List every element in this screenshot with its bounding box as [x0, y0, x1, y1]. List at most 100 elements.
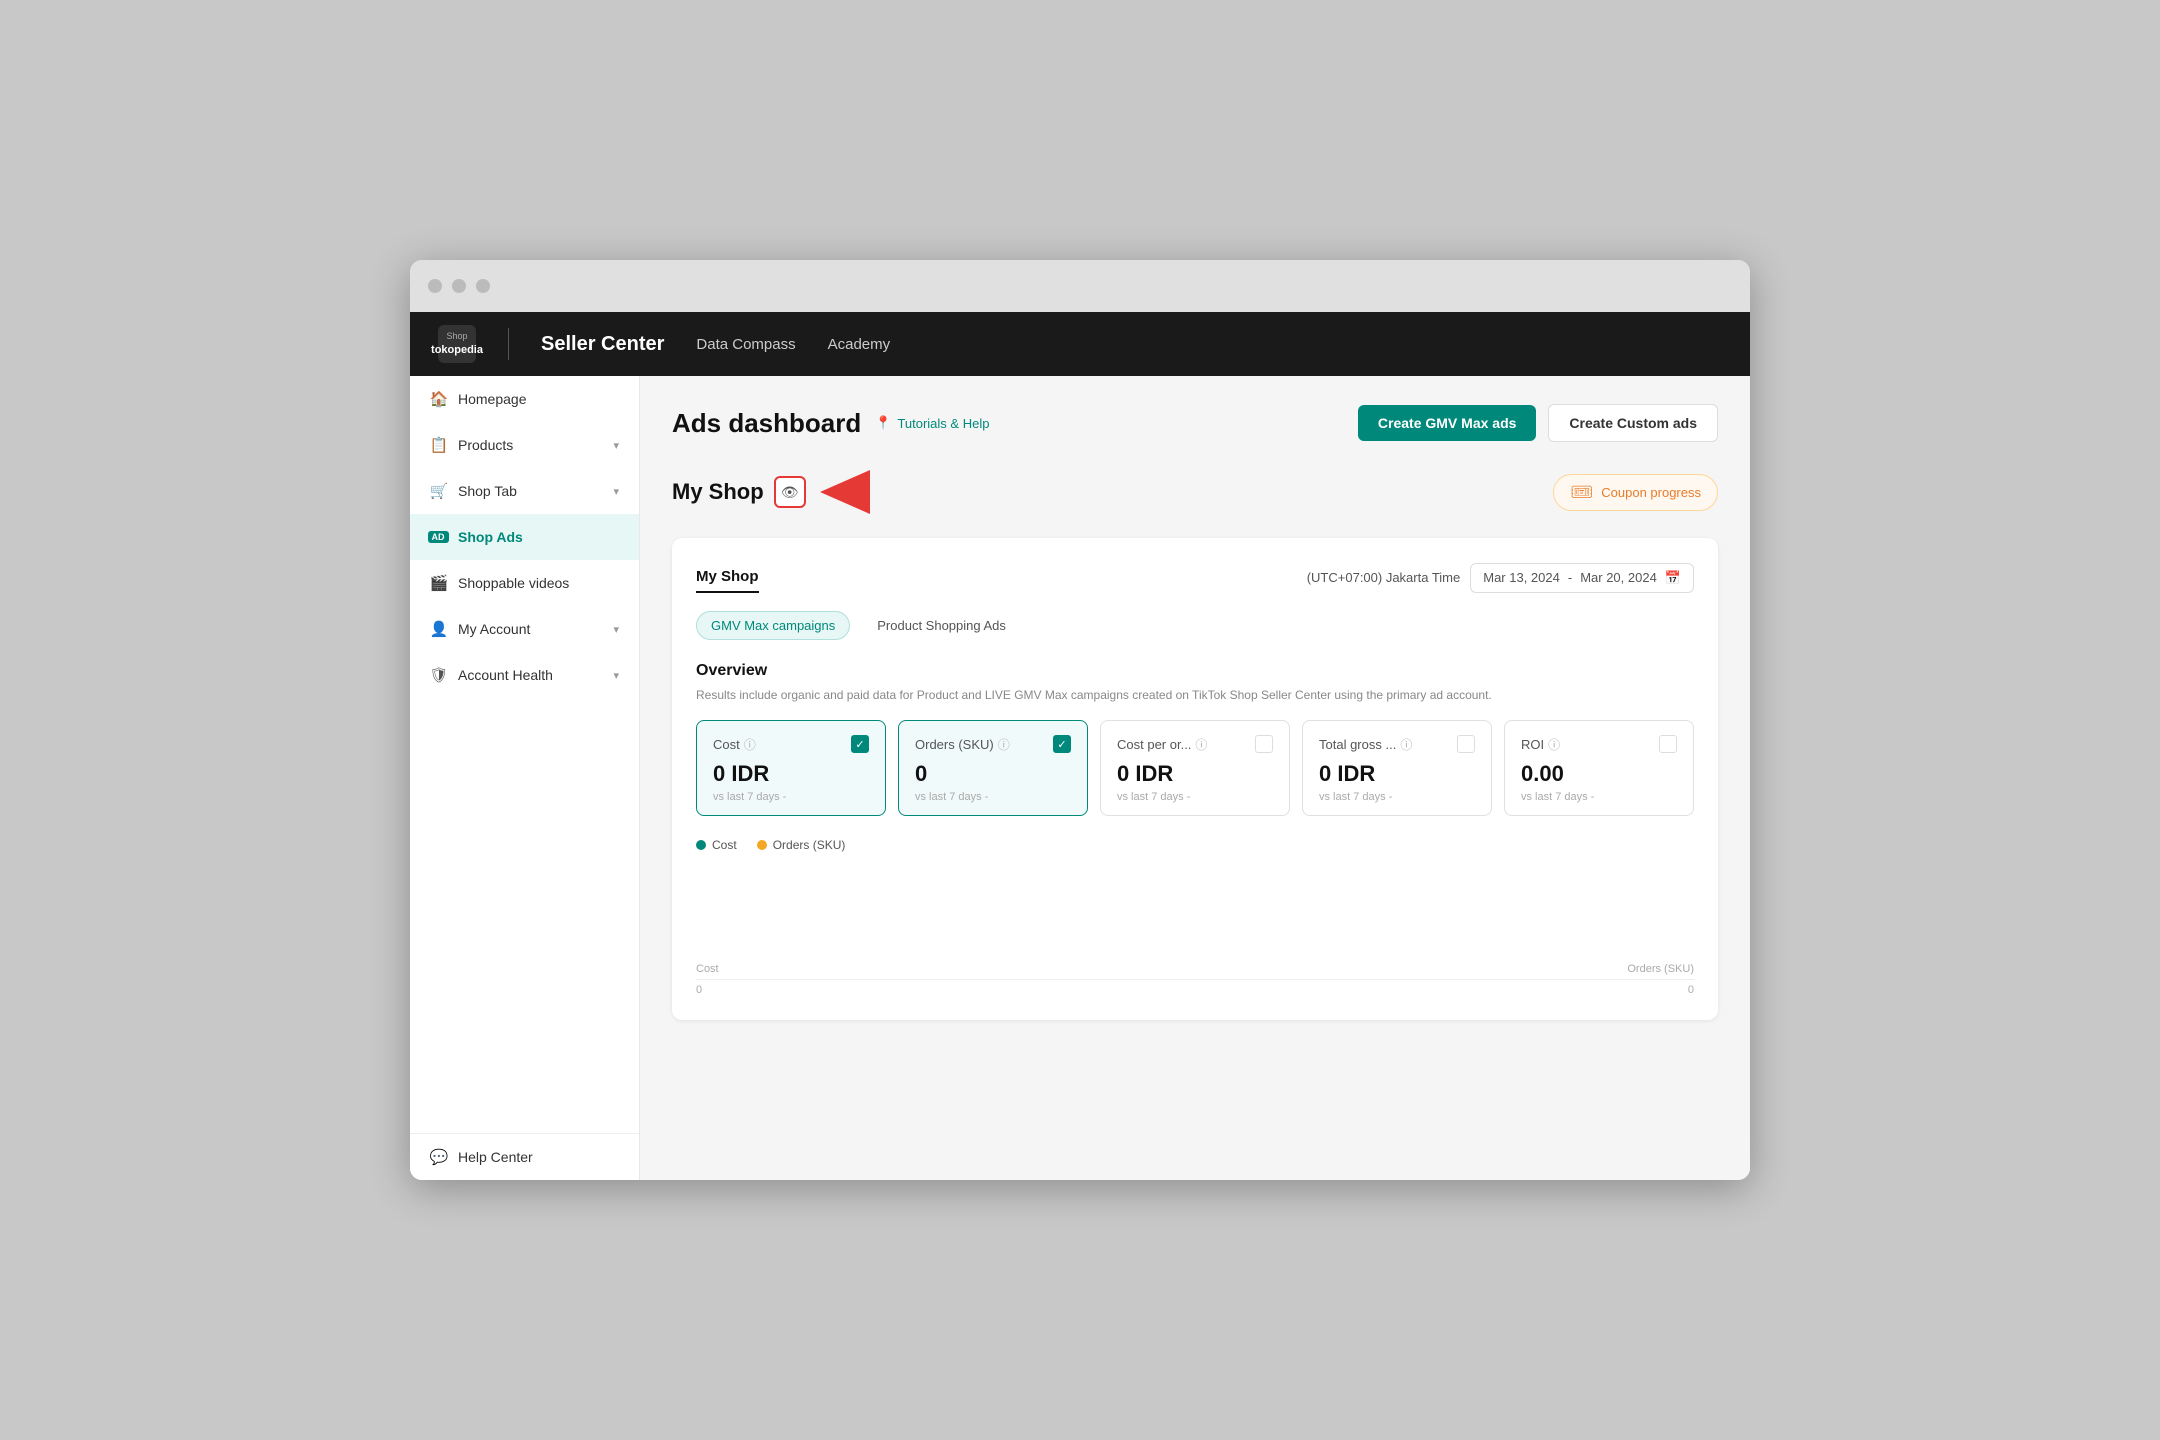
metric-card-3[interactable]: Total gross ... ⓘ 0 IDR vs last 7 days -: [1302, 720, 1492, 816]
tabs-left: My Shop: [696, 562, 787, 593]
coupon-progress-label: Coupon progress: [1601, 485, 1701, 500]
home-icon: 🏠: [430, 390, 448, 408]
data-compass-link[interactable]: Data Compass: [696, 336, 795, 353]
campaign-tab-product[interactable]: Product Shopping Ads: [862, 611, 1021, 640]
chevron-down-icon: ▾: [613, 623, 619, 636]
info-icon[interactable]: ⓘ: [1548, 736, 1560, 753]
sidebar-label-help-center: Help Center: [458, 1149, 533, 1165]
main-layout: 🏠 Homepage 📋 Products ▾ 🛒 Shop Tab ▾: [410, 376, 1750, 1180]
topnav-divider: [508, 328, 509, 360]
metric-compare: vs last 7 days -: [1117, 791, 1273, 803]
campaign-tab-gmv-label: GMV Max campaigns: [711, 618, 835, 633]
legend-item-1: Orders (SKU): [757, 838, 846, 852]
campaign-tabs: GMV Max campaigns Product Shopping Ads: [696, 611, 1694, 640]
sidebar-item-shop-tab[interactable]: 🛒 Shop Tab ▾: [410, 468, 639, 514]
sidebar-label-account-health: Account Health: [458, 667, 553, 683]
metric-value: 0 IDR: [1319, 761, 1475, 787]
metric-value: 0.00: [1521, 761, 1677, 787]
legend-dot: [696, 840, 706, 850]
sidebar-item-help-center[interactable]: 💬 Help Center: [410, 1134, 639, 1180]
account-health-icon: 🛡: [430, 666, 448, 684]
date-to: Mar 20, 2024: [1580, 570, 1657, 585]
metric-card-0[interactable]: Cost ⓘ ✓ 0 IDR vs last 7 days -: [696, 720, 886, 816]
metric-value: 0 IDR: [1117, 761, 1273, 787]
metric-card-1[interactable]: Orders (SKU) ⓘ ✓ 0 vs last 7 days -: [898, 720, 1088, 816]
sidebar-item-left: 🛡 Account Health: [430, 666, 553, 684]
legend-label: Cost: [712, 838, 737, 852]
metric-checkbox[interactable]: ✓: [1053, 735, 1071, 753]
arrow-indicator: [820, 470, 870, 514]
eye-button[interactable]: 👁: [774, 476, 806, 508]
traffic-light-yellow[interactable]: [452, 279, 466, 293]
campaign-tab-gmv[interactable]: GMV Max campaigns: [696, 611, 850, 640]
metric-card-4[interactable]: ROI ⓘ 0.00 vs last 7 days -: [1504, 720, 1694, 816]
tab-my-shop[interactable]: My Shop: [696, 562, 759, 593]
sidebar-item-left: 🏠 Homepage: [430, 390, 527, 408]
campaign-tab-product-label: Product Shopping Ads: [877, 618, 1006, 633]
metric-label: ROI ⓘ: [1521, 736, 1560, 753]
metric-card-header: ROI ⓘ: [1521, 735, 1677, 753]
metric-card-2[interactable]: Cost per or... ⓘ 0 IDR vs last 7 days -: [1100, 720, 1290, 816]
chart-y-axis-right: Orders (SKU): [1627, 963, 1694, 975]
tutorials-label: Tutorials & Help: [897, 416, 989, 431]
help-center-icon: 💬: [430, 1148, 448, 1166]
brand-icon: Shop tokopedia: [438, 325, 476, 363]
card-panel: My Shop (UTC+07:00) Jakarta Time Mar 13,…: [672, 538, 1718, 1020]
traffic-light-green[interactable]: [476, 279, 490, 293]
legend-label: Orders (SKU): [773, 838, 846, 852]
sidebar-item-left: 💬 Help Center: [430, 1148, 533, 1166]
my-account-icon: 👤: [430, 620, 448, 638]
metric-compare: vs last 7 days -: [1521, 791, 1677, 803]
sidebar-item-shop-ads[interactable]: AD Shop Ads: [410, 514, 639, 560]
metric-checkbox[interactable]: [1659, 735, 1677, 753]
sidebar-label-shop-ads: Shop Ads: [458, 529, 523, 545]
metric-value: 0: [915, 761, 1071, 787]
tutorials-link[interactable]: 📍 Tutorials & Help: [875, 415, 989, 431]
chevron-down-icon: ▾: [613, 439, 619, 452]
chart-area: Cost Orders (SKU): [696, 860, 1694, 980]
academy-link[interactable]: Academy: [828, 336, 891, 353]
chart-y-axis-left: Cost: [696, 963, 719, 975]
create-gmv-button[interactable]: Create GMV Max ads: [1358, 405, 1537, 441]
metric-label: Orders (SKU) ⓘ: [915, 736, 1010, 753]
main-content: Ads dashboard 📍 Tutorials & Help Create …: [640, 376, 1750, 1180]
sidebar-item-homepage[interactable]: 🏠 Homepage: [410, 376, 639, 422]
metric-compare: vs last 7 days -: [915, 791, 1071, 803]
metric-checkbox[interactable]: [1255, 735, 1273, 753]
brand-shop-text: Shop: [446, 331, 467, 343]
legend-dot: [757, 840, 767, 850]
ad-label: AD: [428, 531, 449, 543]
page-title: Ads dashboard: [672, 408, 861, 439]
chart-axis-row: 0 0: [696, 984, 1694, 996]
traffic-light-red[interactable]: [428, 279, 442, 293]
date-separator: -: [1568, 570, 1572, 585]
sidebar-label-homepage: Homepage: [458, 391, 527, 407]
metric-compare: vs last 7 days -: [1319, 791, 1475, 803]
sidebar: 🏠 Homepage 📋 Products ▾ 🛒 Shop Tab ▾: [410, 376, 640, 1180]
metric-checkbox[interactable]: [1457, 735, 1475, 753]
page-header-left: Ads dashboard 📍 Tutorials & Help: [672, 408, 989, 439]
info-icon[interactable]: ⓘ: [1400, 736, 1412, 753]
eye-icon: 👁: [781, 484, 799, 501]
date-range-picker[interactable]: Mar 13, 2024 - Mar 20, 2024 📅: [1470, 563, 1694, 593]
chevron-down-icon: ▾: [613, 669, 619, 682]
sidebar-item-account-health[interactable]: 🛡 Account Health ▾: [410, 652, 639, 698]
info-icon[interactable]: ⓘ: [1195, 736, 1207, 753]
sidebar-item-my-account[interactable]: 👤 My Account ▾: [410, 606, 639, 652]
info-icon[interactable]: ⓘ: [744, 736, 756, 753]
date-picker: (UTC+07:00) Jakarta Time Mar 13, 2024 - …: [1307, 563, 1694, 593]
sidebar-bottom: 💬 Help Center: [410, 1133, 639, 1180]
metric-checkbox[interactable]: ✓: [851, 735, 869, 753]
sidebar-item-shoppable-videos[interactable]: 🎬 Shoppable videos: [410, 560, 639, 606]
topnav: Shop tokopedia Seller Center Data Compas…: [410, 312, 1750, 376]
sidebar-item-products[interactable]: 📋 Products ▾: [410, 422, 639, 468]
chart-zero-left: 0: [696, 984, 702, 996]
coupon-progress-button[interactable]: 🎟 Coupon progress: [1553, 474, 1718, 511]
chevron-down-icon: ▾: [613, 485, 619, 498]
metric-label: Cost per or... ⓘ: [1117, 736, 1207, 753]
info-icon[interactable]: ⓘ: [998, 736, 1010, 753]
overview-desc: Results include organic and paid data fo…: [696, 688, 1694, 702]
brand-name-text: tokopedia: [431, 343, 483, 357]
create-custom-button[interactable]: Create Custom ads: [1548, 404, 1718, 442]
coupon-icon: 🎟: [1570, 482, 1593, 503]
